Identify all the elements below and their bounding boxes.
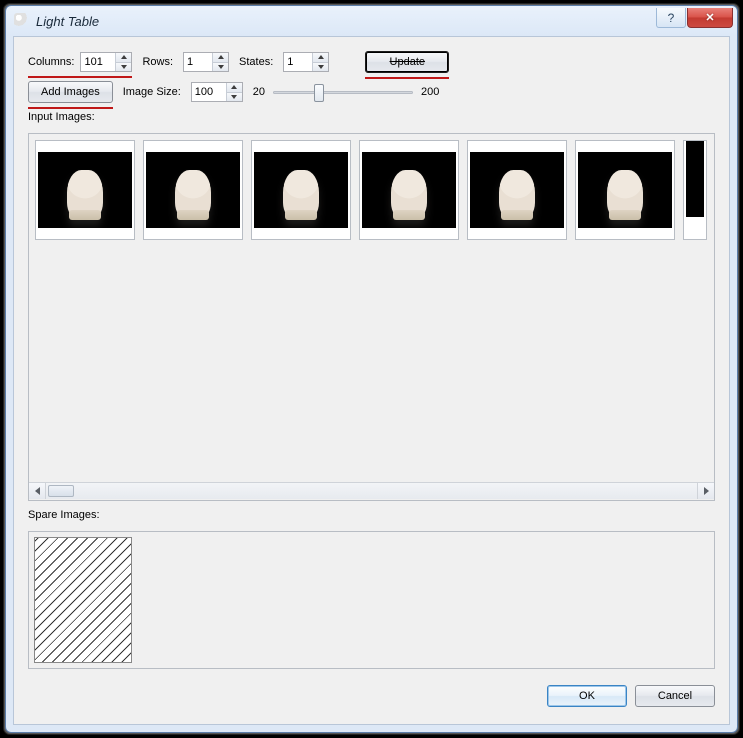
chevron-up-icon [231,85,237,89]
spare-placeholder[interactable] [34,537,132,663]
spare-images-pane [28,531,715,669]
input-thumbnail[interactable] [35,140,135,240]
scrollbar-thumb[interactable] [48,485,74,497]
update-button[interactable]: Update [365,51,449,73]
rows-input[interactable] [184,53,212,71]
image-size-input[interactable] [192,83,226,101]
slider-thumb[interactable] [314,84,324,102]
input-thumbnail[interactable] [575,140,675,240]
chevron-up-icon [218,55,224,59]
columns-input[interactable] [81,53,115,71]
help-button[interactable]: ? [656,8,686,28]
input-thumbnail[interactable] [359,140,459,240]
cancel-button[interactable]: Cancel [635,685,715,707]
chevron-up-icon [318,55,324,59]
chevron-down-icon [218,65,224,69]
input-thumbnail[interactable] [467,140,567,240]
rows-label: Rows: [142,56,173,68]
scroll-left-button[interactable] [29,483,46,499]
window-title: Light Table [36,14,650,29]
columns-up[interactable] [116,53,131,63]
image-size-spinner[interactable] [191,82,243,102]
image-size-slider[interactable] [273,91,413,94]
input-thumbnail[interactable] [251,140,351,240]
states-label: States: [239,56,273,68]
input-thumbnail[interactable] [683,140,707,240]
close-icon: ✕ [705,11,714,24]
image-size-up[interactable] [227,83,242,93]
scroll-right-button[interactable] [697,483,714,499]
chevron-left-icon [35,487,40,495]
image-size-label: Image Size: [123,86,181,98]
chevron-down-icon [121,65,127,69]
columns-spinner[interactable] [80,52,132,72]
columns-down[interactable] [116,63,131,72]
close-button[interactable]: ✕ [687,8,733,28]
add-images-button[interactable]: Add Images [28,81,113,103]
slider-max-label: 200 [421,86,439,98]
add-images-button-label: Add Images [41,86,100,98]
states-input[interactable] [284,53,312,71]
input-images-heading: Input Images: [28,111,715,123]
input-images-strip[interactable] [29,134,714,482]
states-down[interactable] [313,63,328,72]
chevron-down-icon [231,95,237,99]
rows-down[interactable] [213,63,228,72]
slider-min-label: 20 [253,86,265,98]
client-area: Columns: Rows: States: [13,36,730,725]
image-size-down[interactable] [227,93,242,102]
light-table-window: Light Table ? ✕ Columns: Ro [5,5,738,733]
rows-spinner[interactable] [183,52,229,72]
chevron-up-icon [121,55,127,59]
chevron-right-icon [704,487,709,495]
dialog-footer: OK Cancel [28,677,715,707]
states-up[interactable] [313,53,328,63]
input-thumbnail[interactable] [143,140,243,240]
cancel-button-label: Cancel [658,690,692,702]
ok-button[interactable]: OK [547,685,627,707]
chevron-down-icon [318,65,324,69]
ok-button-label: OK [579,690,595,702]
update-button-label: Update [390,56,425,68]
input-images-pane [28,133,715,501]
states-spinner[interactable] [283,52,329,72]
rows-up[interactable] [213,53,228,63]
spare-images-heading: Spare Images: [28,509,715,521]
columns-label: Columns: [28,56,74,68]
app-icon [14,13,30,29]
input-scrollbar[interactable] [29,482,714,499]
titlebar[interactable]: Light Table ? ✕ [6,6,737,36]
question-icon: ? [668,11,675,25]
